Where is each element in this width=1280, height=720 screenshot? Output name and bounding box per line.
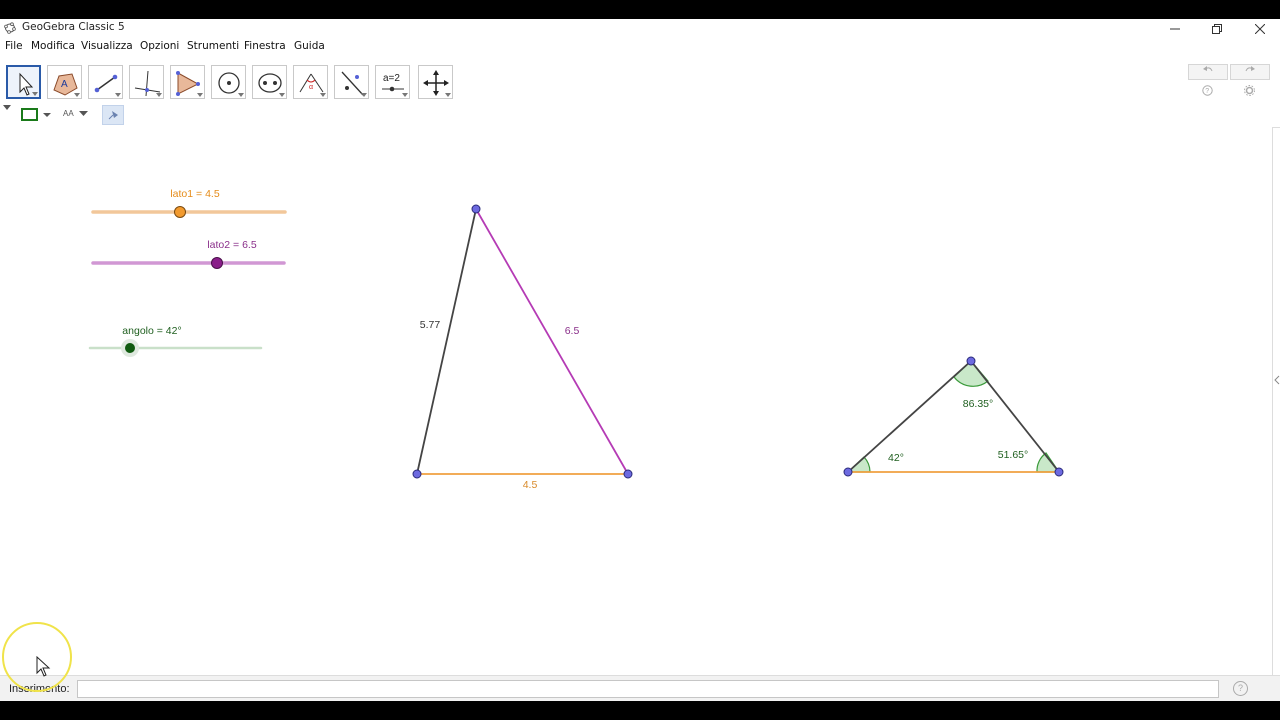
polygon-tool-button[interactable] (170, 65, 205, 99)
triangle2-vertex-right[interactable] (1054, 467, 1064, 477)
menu-finestra[interactable]: Finestra (244, 40, 286, 52)
slider-lato2[interactable]: lato2 = 6.5 (91, 239, 286, 269)
input-help-icon[interactable]: ? (1233, 681, 1248, 696)
reflect-tool-button[interactable] (334, 65, 369, 99)
chevron-down-icon (445, 93, 451, 97)
redo-button[interactable] (1230, 64, 1270, 80)
chevron-left-icon[interactable] (1274, 375, 1280, 385)
chevron-down-icon (197, 93, 203, 97)
undo-icon (1203, 66, 1213, 72)
conic-tool-button[interactable] (252, 65, 287, 99)
slider-angolo[interactable]: angolo = 42° (88, 325, 263, 357)
help-icon[interactable]: ? (1202, 85, 1213, 96)
chevron-down-icon (74, 93, 80, 97)
menu-opzioni[interactable]: Opzioni (140, 40, 179, 52)
menu-modifica[interactable]: Modifica (31, 40, 75, 52)
gear-icon[interactable] (1244, 85, 1255, 96)
close-button[interactable] (1240, 19, 1280, 38)
polygon-text-tool-button[interactable]: A (47, 65, 82, 99)
triangle1-label-left: 5.77 (420, 319, 441, 331)
svg-text:?: ? (1205, 88, 1209, 95)
close-icon (1255, 23, 1265, 34)
style-bar: AA (0, 103, 1280, 128)
redo-icon (1245, 66, 1255, 72)
restore-button[interactable] (1197, 19, 1237, 38)
triangle2-vertex-left[interactable] (843, 467, 853, 477)
text-size-label: AA (63, 109, 74, 118)
geogebra-logo-icon (4, 22, 16, 34)
chevron-down-icon (361, 93, 367, 97)
slider-lato1-handle[interactable] (174, 206, 186, 218)
slider-tool-button[interactable]: a=2 (375, 65, 410, 99)
menu-strumenti[interactable]: Strumenti (187, 40, 239, 52)
slider-lato1-label: lato1 = 4.5 (170, 188, 219, 200)
pin-icon (108, 111, 118, 120)
move-view-tool-button[interactable] (418, 65, 453, 99)
color-picker-button[interactable] (20, 107, 56, 122)
input-field[interactable] (77, 680, 1219, 698)
triangle1-vertex-right[interactable] (623, 469, 633, 479)
text-size-button[interactable]: AA (60, 107, 90, 122)
perpendicular-tool-button[interactable] (129, 65, 164, 99)
geogebra-window: GeoGebra Classic 5 File Modifica Visuali… (0, 19, 1280, 701)
chevron-down-icon (156, 93, 162, 97)
slider-lato2-handle[interactable] (211, 257, 223, 269)
triangle2-label-angle-left: 42° (888, 452, 904, 464)
triangle1-vertex-top[interactable] (471, 204, 481, 214)
triangle1-label-right: 6.5 (565, 325, 580, 337)
slider-angolo-label: angolo = 42° (122, 325, 181, 337)
graphics-view[interactable]: lato1 = 4.5 lato2 = 6.5 angolo = 42° 5.7… (0, 127, 1280, 675)
menu-bar: File Modifica Visualizza Opzioni Strumen… (0, 38, 1280, 56)
menu-file[interactable]: File (5, 40, 23, 52)
minimize-icon (1170, 28, 1180, 29)
triangle1-vertex-left[interactable] (412, 469, 422, 479)
triangle2-vertex-top[interactable] (966, 356, 976, 366)
triangle-1[interactable]: 5.77 6.5 4.5 (412, 204, 633, 491)
svg-text:A: A (61, 79, 68, 90)
move-tool-button[interactable] (6, 65, 41, 99)
slider-lato2-label: lato2 = 6.5 (207, 239, 256, 251)
slider-lato1[interactable]: lato1 = 4.5 (91, 188, 287, 218)
pin-button[interactable] (102, 105, 124, 125)
triangle2-label-angle-right: 51.65° (998, 449, 1028, 461)
menu-visualizza[interactable]: Visualizza (81, 40, 133, 52)
input-bar: Inserimento: ? (0, 675, 1280, 701)
triangle2-label-angle-top: 86.35° (963, 398, 993, 410)
color-swatch-icon (21, 108, 51, 121)
undo-button[interactable] (1188, 64, 1228, 80)
chevron-down-icon (79, 111, 88, 116)
svg-text:α: α (309, 84, 313, 91)
chevron-down-icon (32, 92, 38, 96)
chevron-down-icon (279, 93, 285, 97)
graphics-canvas[interactable]: lato1 = 4.5 lato2 = 6.5 angolo = 42° 5.7… (0, 127, 1272, 675)
chevron-down-icon (320, 93, 326, 97)
slider-angolo-handle[interactable] (125, 343, 135, 353)
triangle1-side-right[interactable] (475, 208, 629, 475)
triangle1-label-bottom: 4.5 (523, 479, 538, 491)
title-bar: GeoGebra Classic 5 (0, 19, 1280, 38)
triangle1-side-left[interactable] (416, 208, 477, 475)
menu-guida[interactable]: Guida (294, 40, 325, 52)
window-title: GeoGebra Classic 5 (22, 21, 125, 33)
triangle2-side-left[interactable] (847, 360, 972, 473)
minimize-button[interactable] (1155, 19, 1195, 38)
line-tool-button[interactable] (88, 65, 123, 99)
chevron-down-icon (402, 93, 408, 97)
mouse-pointer-icon (36, 656, 51, 677)
chevron-down-icon (115, 93, 121, 97)
triangle-2[interactable]: 86.35° 42° 51.65° (843, 356, 1064, 477)
angle-tool-button[interactable]: α (293, 65, 328, 99)
circle-tool-button[interactable] (211, 65, 246, 99)
chevron-down-icon[interactable] (3, 105, 11, 111)
chevron-down-icon (238, 93, 244, 97)
restore-icon (1212, 23, 1222, 34)
svg-text:a=2: a=2 (383, 73, 400, 84)
